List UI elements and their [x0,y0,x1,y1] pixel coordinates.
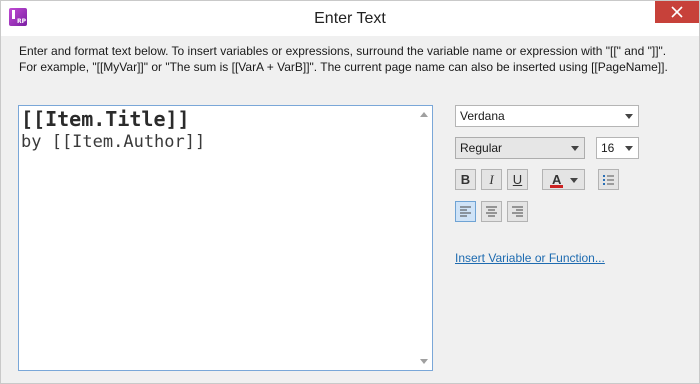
chevron-down-icon [570,178,578,183]
font-family-select[interactable]: Verdana [455,105,639,127]
align-center-button[interactable] [481,201,502,222]
scroll-up-icon[interactable] [420,112,428,117]
font-style-select[interactable]: Regular [455,137,585,159]
insert-variable-link[interactable]: Insert Variable or Function... [455,251,605,265]
editor-content[interactable]: [[Item.Title]] by [[Item.Author]] [21,107,414,153]
align-left-button[interactable] [455,201,476,222]
font-family-value: Verdana [460,109,505,123]
chevron-down-icon [625,146,633,151]
title-bar: RP Enter Text [1,1,699,36]
underline-button[interactable]: U [507,169,528,190]
bold-button[interactable]: B [455,169,476,190]
bullet-list-button[interactable] [598,169,619,190]
editor-scrollbar[interactable] [415,106,432,370]
font-style-value: Regular [460,141,503,155]
close-icon [671,6,683,18]
italic-button[interactable]: I [481,169,502,190]
enter-text-dialog: RP Enter Text Enter and format text belo… [0,0,700,384]
window-title: Enter Text [314,10,386,27]
chevron-down-icon [625,114,633,119]
chevron-down-icon [571,146,579,151]
font-size-value: 16 [601,141,615,155]
scroll-down-icon[interactable] [420,359,428,364]
font-size-select[interactable]: 16 [596,137,639,159]
align-left-icon [460,206,471,217]
align-center-icon [486,206,497,217]
text-editor[interactable]: [[Item.Title]] by [[Item.Author]] [18,105,433,371]
close-button[interactable] [655,1,699,23]
bullet-list-icon [603,175,614,185]
editor-line-title[interactable]: [[Item.Title]] [21,107,414,131]
editor-line-author[interactable]: by [[Item.Author]] [21,131,414,153]
font-color-button[interactable]: A [542,169,585,190]
align-right-button[interactable] [507,201,528,222]
font-color-swatch [550,185,563,188]
align-right-icon [512,206,523,217]
instructions-text: Enter and format text below. To insert v… [19,44,668,74]
